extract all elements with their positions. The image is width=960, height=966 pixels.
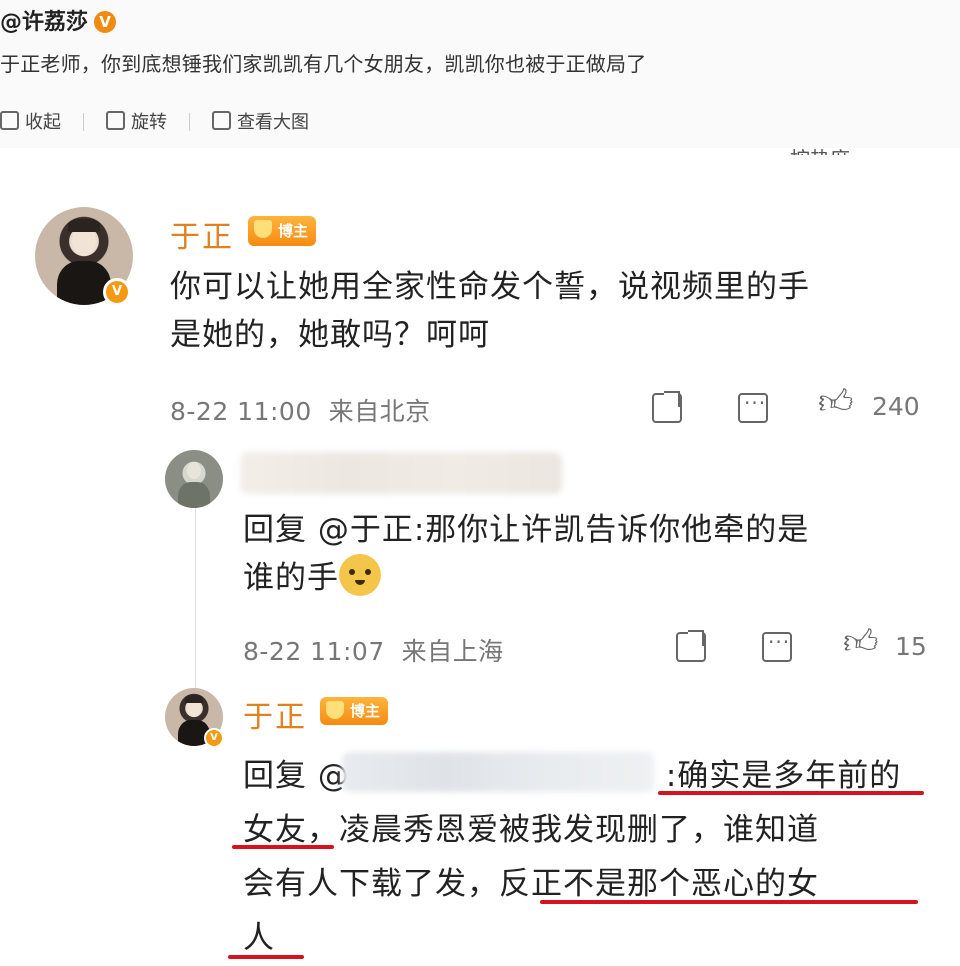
reply-text-line: 回复 @于正:那你让许凯告诉你他牵的是 [243,512,810,548]
commenter-name[interactable]: 于正 [243,692,307,736]
blogger-badge-label: 博主 [350,702,381,720]
share-icon[interactable] [676,630,706,662]
sort-by-hot[interactable]: 按热度 [790,143,850,155]
like-icon[interactable]: 👍︎ [843,622,879,663]
verified-icon: V [103,278,131,306]
reply-time: 8-22 11:07 [243,637,385,666]
highlight-underline [658,791,924,795]
rotate-button[interactable]: 旋转 [106,108,167,134]
rotate-label: 旋转 [131,112,167,133]
crown-icon [254,220,272,238]
collapse-icon [0,111,19,130]
reply-text-line: 女友，凌晨秀恩爱被我发现删了，谁知道 [243,812,819,848]
image-toolbar: 收起 旋转 查看大图 [0,108,331,134]
comment-time: 8-22 11:00 [170,397,312,426]
share-icon[interactable] [652,391,682,423]
comment-text-line: 你可以让她用全家性命发个誓，说视频里的手 [170,269,810,305]
crown-icon [326,701,344,719]
highlight-underline [540,900,918,904]
view-large-icon [212,111,231,130]
like-icon[interactable]: 👍︎ [818,382,854,423]
like-count: 15 [895,632,927,661]
reply-meta: 8-22 11:07 来自上海 [243,632,504,668]
blogger-badge: 博主 [320,697,389,725]
post-text: 于正老师，你到底想锤我们家凯凯有几个女朋友，凯凯你也被于正做局了 [0,52,647,76]
redacted-username [240,452,562,494]
thread-line [195,508,196,688]
rotate-icon [106,111,125,130]
highlight-underline [232,845,334,849]
reply-text-line: :确实是多年前的 [665,758,902,794]
commenter-name[interactable]: 于正 [170,212,234,256]
reply-text-line: 人 [243,920,275,956]
post-header: @许荔莎 V 于正老师，你到底想锤我们家凯凯有几个女朋友，凯凯你也被于正做局了 收… [0,0,960,148]
verified-icon: V [204,728,224,748]
reply-text-line: 谁的手 [243,560,339,596]
comment-icon[interactable] [738,391,768,423]
comment-text: 你可以让她用全家性命发个誓，说视频里的手 是她的，她敢吗？呵呵 [170,263,950,359]
reply-text: 回复 @于正:那你让许凯告诉你他牵的是 谁的手 [243,506,943,602]
highlight-underline [228,955,304,959]
redacted-username [342,752,654,792]
verified-icon: V [94,11,117,33]
toolbar-divider [189,113,190,131]
collapse-button[interactable]: 收起 [0,108,61,134]
comment-icon[interactable] [762,630,792,662]
avatar[interactable] [165,450,223,508]
like-count: 240 [872,392,920,421]
post-author-name[interactable]: @许荔莎 [0,10,88,35]
comment-text-line: 是她的，她敢吗？呵呵 [170,317,490,353]
comment-location: 来自北京 [328,397,431,426]
post-author[interactable]: @许荔莎 V [0,4,117,36]
doge-emoji-icon [339,554,381,596]
comment-meta: 8-22 11:00 来自北京 [170,392,431,428]
reply-location: 来自上海 [401,637,504,666]
view-large-button[interactable]: 查看大图 [212,108,309,134]
toolbar-divider [83,113,84,131]
blogger-badge-label: 博主 [278,222,309,240]
reply-prefix: 回复 @ [243,758,350,794]
view-large-label: 查看大图 [237,112,309,133]
blogger-badge: 博主 [248,216,317,246]
collapse-label: 收起 [25,112,61,133]
